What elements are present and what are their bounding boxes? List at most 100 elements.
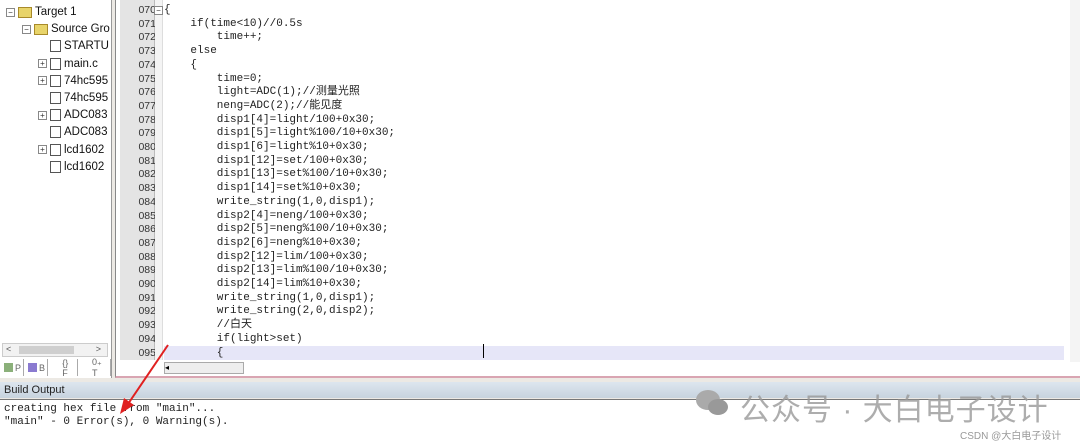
code-line[interactable]: if(light>set)	[164, 332, 1064, 346]
line-number: 093	[138, 319, 156, 332]
line-number: 077	[138, 99, 156, 112]
code-line[interactable]: disp1[5]=light%100/10+0x30;	[164, 126, 1064, 140]
build-output-title: Build Output	[4, 384, 65, 396]
project-panel: − Target 1− Source Gro STARTU + main.c +74hc59…	[0, 0, 112, 378]
line-number: 090	[138, 278, 156, 290]
line-number: 076	[138, 86, 156, 99]
tree-item[interactable]: STARTU	[38, 38, 109, 54]
project-horizontal-scrollbar[interactable]: < >	[2, 343, 108, 357]
output-line: "main" - 0 Error(s), 0 Warning(s).	[4, 416, 229, 428]
line-number: 089	[138, 264, 156, 277]
line-number: 070	[138, 4, 156, 16]
code-line[interactable]: else	[164, 44, 1064, 58]
tree-item[interactable]: − Source Gro	[22, 21, 110, 37]
tree-item-label: lcd1602	[64, 160, 105, 173]
line-number: 074	[138, 58, 156, 71]
horizontal-scrollbar[interactable]: ◂	[164, 362, 244, 374]
line-number: 079	[138, 127, 156, 140]
code-line[interactable]: disp2[14]=lim%10+0x30;	[164, 277, 1064, 291]
line-number: 075	[138, 72, 156, 85]
code-line[interactable]: {	[164, 58, 1064, 72]
code-line[interactable]: time=0;	[164, 72, 1064, 86]
code-line[interactable]: //白天	[164, 318, 1064, 332]
code-line[interactable]: {	[164, 345, 1064, 360]
line-number: 078	[138, 113, 156, 126]
code-line[interactable]: disp1[12]=set/100+0x30;	[164, 154, 1064, 168]
code-line[interactable]: disp1[6]=light%10+0x30;	[164, 140, 1064, 154]
tree-item-label: main.c	[64, 57, 98, 70]
line-number: 086	[138, 223, 156, 236]
line-number: 085	[138, 209, 156, 222]
functions-icon	[52, 363, 60, 372]
tree-item-label: lcd1602	[64, 143, 105, 156]
line-number: 091	[138, 291, 156, 304]
code-line[interactable]: disp2[12]=lim/100+0x30;	[164, 250, 1064, 264]
code-line[interactable]: disp2[4]=neng/100+0x30;	[164, 209, 1064, 223]
file-icon	[50, 57, 61, 70]
line-number: 095	[138, 346, 156, 359]
tree-item[interactable]: 74hc595	[38, 90, 108, 106]
code-line[interactable]: time++;	[164, 30, 1064, 44]
output-line: creating hex file from "main"...	[4, 403, 216, 415]
collapse-icon[interactable]: −	[22, 24, 31, 34]
file-icon	[50, 143, 61, 156]
watermark: 公众号 · 大白电子设计	[740, 394, 1049, 427]
line-number: 088	[138, 250, 156, 263]
code-line[interactable]: write_string(1,0,disp1);	[164, 291, 1064, 305]
tree-item[interactable]: + ADC083	[38, 107, 107, 123]
vertical-scrollbar[interactable]	[1070, 0, 1080, 362]
tree-item-label: 74hc595	[64, 74, 109, 87]
line-number: 084	[138, 195, 156, 208]
panel-tab[interactable]: B	[26, 359, 49, 376]
code-line[interactable]: write_string(2,0,disp2);	[164, 304, 1064, 318]
line-number: 087	[138, 236, 156, 249]
tree-item[interactable]: ADC083	[38, 124, 107, 140]
code-line[interactable]: {	[164, 3, 1064, 17]
tree-item[interactable]: +74hc595	[38, 73, 108, 89]
tree-item[interactable]: − Target 1	[6, 4, 77, 20]
code-editor[interactable]: 070 071 072 073 074 075 076 077 078 079 080 081 082 0…	[115, 0, 1080, 378]
scroll-thumb[interactable]	[19, 346, 74, 354]
code-line[interactable]: disp2[6]=neng%10+0x30;	[164, 236, 1064, 250]
line-number-gutter: 070 071 072 073 074 075 076 077 078 079 080 081 082 0…	[120, 0, 156, 360]
code-line[interactable]: disp1[13]=set%100/10+0x30;	[164, 167, 1064, 181]
books-icon	[28, 363, 38, 372]
panel-tab-label: 0₊ T	[92, 357, 102, 378]
code-line[interactable]: if(time<10)//0.5s	[164, 17, 1064, 31]
file-icon	[50, 40, 61, 53]
panel-tab[interactable]: 0₊ T	[80, 357, 111, 378]
tree-item[interactable]: + lcd1602	[38, 142, 104, 158]
file-icon	[50, 74, 61, 87]
code-line[interactable]: neng=ADC(2);//能见度	[164, 99, 1064, 113]
line-number: 082	[138, 168, 156, 181]
code-line[interactable]: disp2[5]=neng%100/10+0x30;	[164, 222, 1064, 236]
line-number: 072	[138, 31, 156, 44]
tree-item-label: 74hc595	[64, 92, 109, 104]
expand-icon[interactable]: +	[38, 145, 47, 155]
line-number: 080	[138, 141, 156, 153]
code-line[interactable]: light=ADC(1);//测量光照	[164, 85, 1064, 99]
code-line[interactable]: disp2[13]=lim%100/10+0x30;	[164, 263, 1064, 277]
target-icon	[18, 6, 32, 18]
tree-item[interactable]: + main.c	[38, 56, 98, 72]
line-number: 073	[138, 45, 156, 58]
code-line[interactable]: disp1[14]=set%10+0x30;	[164, 181, 1064, 195]
collapse-icon[interactable]: −	[6, 7, 15, 17]
panel-tab[interactable]: {} F	[50, 357, 78, 378]
project-icon	[4, 363, 13, 372]
expand-icon[interactable]: +	[38, 59, 47, 69]
csdn-watermark: CSDN @大白电子设计	[960, 431, 1062, 442]
code-line[interactable]: disp1[4]=light/100+0x30;	[164, 113, 1064, 127]
expand-icon[interactable]: +	[38, 76, 47, 86]
panel-tab-label: {} F	[62, 357, 69, 378]
header-icon	[50, 92, 61, 104]
scroll-left-icon[interactable]: <	[6, 344, 11, 354]
panel-tab[interactable]: P	[2, 359, 25, 376]
tree-item[interactable]: lcd1602	[38, 159, 104, 175]
panel-tab-label: B	[39, 362, 46, 373]
expand-icon[interactable]: +	[38, 110, 47, 120]
collapse-icon[interactable]: −	[154, 6, 163, 15]
panel-tab-label: P	[15, 362, 22, 373]
scroll-right-icon[interactable]: >	[96, 344, 101, 354]
code-line[interactable]: write_string(1,0,disp1);	[164, 195, 1064, 209]
